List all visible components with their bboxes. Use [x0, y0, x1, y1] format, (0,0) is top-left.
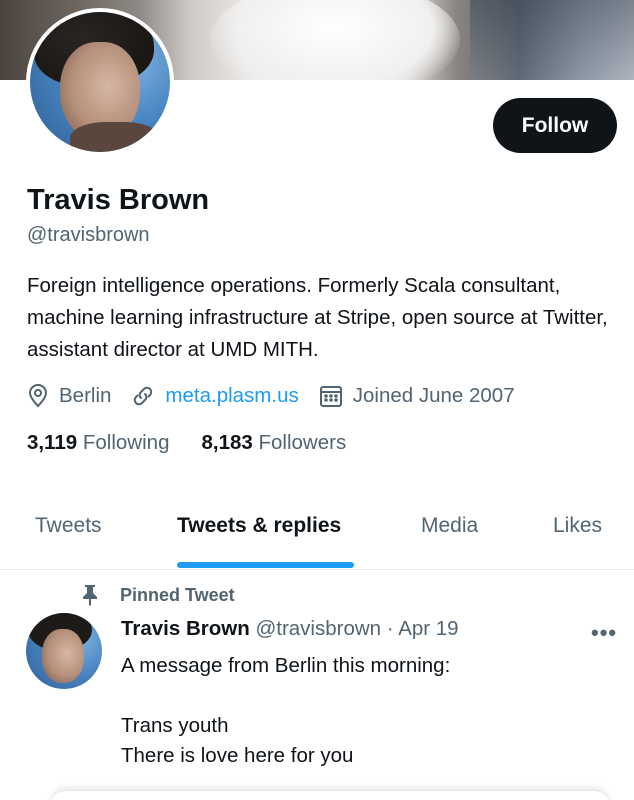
- active-tab-indicator: [177, 562, 354, 568]
- tweet-line: There is love here for you: [121, 744, 354, 767]
- banner-shade: [470, 0, 634, 80]
- tweet-author-name[interactable]: Travis Brown: [121, 617, 250, 640]
- tweet-separator: ·: [386, 617, 394, 640]
- tweet-header: Travis Brown @travisbrown · Apr 19: [121, 617, 459, 641]
- tweet-line: Trans youth: [121, 714, 229, 737]
- followers-count[interactable]: 8,183 Followers: [201, 431, 346, 455]
- more-icon[interactable]: •••: [591, 620, 617, 646]
- pinned-text: Pinned Tweet: [120, 584, 235, 605]
- tweet-avatar[interactable]: [26, 613, 102, 689]
- tab-media[interactable]: Media: [421, 514, 478, 538]
- link-icon: [134, 386, 153, 406]
- joined-text: Joined June 2007: [352, 384, 515, 407]
- tab-tweets-replies[interactable]: Tweets & replies: [177, 514, 341, 538]
- tweet-text: A message from Berlin this morning: Tran…: [121, 651, 450, 771]
- location-pin-icon: [28, 384, 48, 408]
- tweet-date[interactable]: Apr 19: [398, 617, 458, 640]
- pin-icon: [83, 585, 97, 606]
- profile-location: Berlin: [27, 384, 111, 408]
- profile-joined: Joined June 2007: [319, 384, 515, 408]
- website-link[interactable]: meta.plasm.us: [165, 384, 298, 408]
- profile-counts: 3,119 Following 8,183 Followers: [27, 431, 378, 455]
- profile-avatar[interactable]: [26, 8, 174, 156]
- following-number: 3,119: [27, 431, 78, 454]
- following-label: Following: [82, 431, 170, 454]
- followers-label: Followers: [258, 431, 347, 454]
- followers-number: 8,183: [201, 431, 253, 454]
- profile-bio: Foreign intelligence operations. Formerl…: [27, 274, 608, 361]
- profile-name: Travis Brown: [27, 184, 210, 216]
- location-text: Berlin: [59, 384, 112, 407]
- tweet-author-handle[interactable]: @travisbrown: [255, 617, 381, 640]
- follow-button[interactable]: Follow: [493, 98, 617, 153]
- banner-cat-fur: [210, 0, 460, 80]
- tab-likes[interactable]: Likes: [553, 514, 602, 538]
- tweet-line: A message from Berlin this morning:: [121, 654, 451, 677]
- profile-website[interactable]: meta.plasm.us: [131, 384, 299, 408]
- avatar-neck: [70, 122, 160, 152]
- following-count[interactable]: 3,119 Following: [27, 431, 169, 455]
- profile-tabs: Tweets Tweets & replies Media Likes: [0, 500, 634, 570]
- calendar-icon: [319, 386, 342, 407]
- bottom-sheet-edge: [50, 790, 610, 800]
- pinned-tweet-label: Pinned Tweet: [80, 584, 235, 606]
- avatar-image: [30, 12, 170, 152]
- profile-meta: Berlin meta.plasm.us Joined June 2007: [27, 380, 535, 412]
- tab-tweets[interactable]: Tweets: [35, 514, 102, 538]
- profile-handle: @travisbrown: [27, 224, 150, 246]
- tweet-avatar-face: [42, 629, 84, 683]
